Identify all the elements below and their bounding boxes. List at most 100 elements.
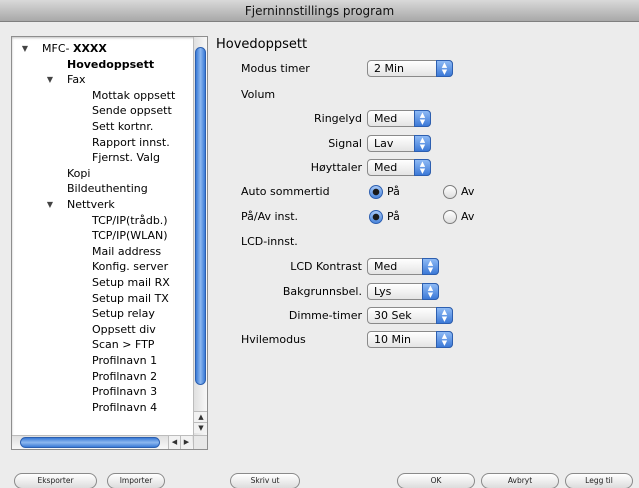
- apply-button[interactable]: Legg til: [565, 473, 633, 488]
- onoff-setting-label: På/Av inst.: [241, 210, 299, 223]
- tree-item[interactable]: ▼ Fax: [12, 72, 194, 88]
- mode-timer-label: Modus timer: [241, 62, 310, 75]
- tree-item[interactable]: Oppsett div: [12, 322, 194, 338]
- signal-volume-label: Signal: [328, 137, 362, 150]
- tree-item-label: Scan > FTP: [92, 338, 155, 352]
- disclosure-triangle-icon[interactable]: ▼: [20, 41, 30, 57]
- onoff-on-radio[interactable]: På: [369, 210, 409, 224]
- tree-vertical-scrollbar[interactable]: ▲ ▼: [193, 37, 207, 435]
- tree-item[interactable]: Setup relay: [12, 306, 194, 322]
- tree-item[interactable]: Hovedoppsett: [12, 57, 194, 73]
- tree-item-label: Mottak oppsett: [92, 88, 176, 102]
- chevron-up-down-icon: ▲ ▼: [422, 258, 439, 275]
- tree-item[interactable]: Scan > FTP: [12, 337, 194, 353]
- window-title: Fjerninnstillings program: [0, 0, 639, 22]
- speaker-volume-label: Høyttaler: [310, 161, 362, 174]
- backlight-select[interactable]: Lys ▲ ▼: [367, 283, 439, 300]
- disclosure-triangle-icon[interactable]: ▼: [45, 197, 55, 213]
- tree-item[interactable]: Rapport innst.: [12, 135, 194, 151]
- tree-item-label: TCP/IP(WLAN): [92, 229, 168, 243]
- onoff-off-radio[interactable]: Av: [443, 210, 483, 224]
- tree-item[interactable]: Mail address: [12, 244, 194, 260]
- tree-item[interactable]: Profilnavn 3: [12, 384, 194, 400]
- tree-item-label: Rapport innst.: [92, 135, 170, 149]
- tree-item-label: Fjernst. Valg: [92, 151, 160, 165]
- disclosure-triangle-icon[interactable]: ▼: [45, 72, 55, 88]
- tree-item-label: Profilnavn 3: [92, 385, 158, 399]
- auto-dst-label: Auto sommertid: [241, 185, 330, 198]
- tree-item[interactable]: Fjernst. Valg: [12, 150, 194, 166]
- section-title: Hovedoppsett: [216, 37, 308, 52]
- radio-unselected-icon: [443, 210, 457, 224]
- auto-dst-on-radio[interactable]: På: [369, 185, 409, 199]
- chevron-up-down-icon: ▲ ▼: [414, 135, 431, 152]
- ok-button[interactable]: OK: [397, 473, 475, 488]
- tree-item[interactable]: Profilnavn 2: [12, 369, 194, 385]
- tree-item-label: Profilnavn 2: [92, 369, 158, 383]
- ring-volume-label: Ringelyd: [314, 112, 362, 125]
- print-button[interactable]: Skriv ut: [230, 473, 300, 488]
- radio-selected-icon: [369, 210, 383, 224]
- tree-item[interactable]: Profilnavn 4: [12, 400, 194, 416]
- tree-item-label: Bildeuthenting: [67, 182, 148, 196]
- cancel-button[interactable]: Avbryt: [481, 473, 559, 488]
- tree-panel: ▼ MFC- XXXX Hovedoppsett ▼ Fax Mottak oppsett…: [11, 36, 208, 450]
- sleep-mode-select[interactable]: 10 Min ▲ ▼: [367, 331, 453, 348]
- tree-item[interactable]: Sende oppsett: [12, 103, 194, 119]
- onoff-on-label: På: [387, 210, 400, 223]
- sleep-mode-value: 10 Min: [374, 333, 412, 346]
- auto-dst-off-radio[interactable]: Av: [443, 185, 483, 199]
- tree-horizontal-scrollbar[interactable]: ◀ ▶: [12, 435, 194, 449]
- scroll-right-icon[interactable]: ▶: [180, 436, 192, 449]
- tree-vertical-scroll-thumb[interactable]: [195, 47, 206, 385]
- scroll-up-icon[interactable]: ▲: [194, 411, 207, 422]
- dim-timer-value: 30 Sek: [374, 309, 412, 322]
- signal-volume-select[interactable]: Lav ▲ ▼: [367, 135, 431, 152]
- ring-volume-value: Med: [374, 112, 398, 125]
- scroll-down-icon[interactable]: ▼: [194, 422, 207, 433]
- tree-item-label: Sende oppsett: [92, 104, 172, 118]
- tree-item-label: Fax: [67, 73, 86, 87]
- volume-label: Volum: [241, 88, 276, 101]
- tree-item[interactable]: TCP/IP(WLAN): [12, 228, 194, 244]
- tree-item[interactable]: Setup mail RX: [12, 275, 194, 291]
- tree-item-label: Konfig. server: [92, 260, 169, 274]
- tree-item-label: Sett kortnr.: [92, 120, 154, 133]
- speaker-volume-value: Med: [374, 161, 398, 174]
- tree-item[interactable]: TCP/IP(trådb.): [12, 213, 194, 229]
- chevron-up-down-icon: ▲ ▼: [414, 110, 431, 127]
- tree-item[interactable]: Bildeuthenting: [12, 181, 194, 197]
- tree-item-label: Setup mail RX: [92, 276, 170, 289]
- tree-item[interactable]: ▼ Nettverk: [12, 197, 194, 213]
- radio-unselected-icon: [443, 185, 457, 199]
- tree-item-label: Nettverk: [67, 198, 115, 211]
- lcd-contrast-value: Med: [374, 260, 398, 273]
- speaker-volume-select[interactable]: Med ▲ ▼: [367, 159, 431, 176]
- sleep-mode-label: Hvilemodus: [241, 333, 306, 346]
- tree-item-label: MFC- XXXX: [42, 42, 107, 55]
- tree-item[interactable]: ▼ MFC- XXXX: [12, 41, 194, 57]
- tree-item[interactable]: Konfig. server: [12, 259, 194, 275]
- dim-timer-select[interactable]: 30 Sek ▲ ▼: [367, 307, 453, 324]
- signal-volume-value: Lav: [374, 137, 394, 150]
- tree-item[interactable]: Mottak oppsett: [12, 88, 194, 104]
- export-button[interactable]: Eksporter: [14, 473, 97, 488]
- scroll-left-icon[interactable]: ◀: [168, 436, 180, 449]
- tree-item[interactable]: Setup mail TX: [12, 291, 194, 307]
- chevron-up-down-icon: ▲ ▼: [436, 60, 453, 77]
- tree-horizontal-scroll-thumb[interactable]: [20, 437, 160, 448]
- mode-timer-select[interactable]: 2 Min ▲ ▼: [367, 60, 453, 77]
- tree-item-label: Kopi: [67, 166, 91, 180]
- ring-volume-select[interactable]: Med ▲ ▼: [367, 110, 431, 127]
- chevron-up-down-icon: ▲ ▼: [436, 331, 453, 348]
- tree-item-label: Setup mail TX: [92, 291, 169, 305]
- tree-item-label: TCP/IP(trådb.): [92, 213, 168, 227]
- lcd-settings-label: LCD-innst.: [241, 235, 298, 248]
- tree-item[interactable]: Sett kortnr.: [12, 119, 194, 135]
- import-button[interactable]: Importer: [107, 473, 165, 488]
- lcd-contrast-select[interactable]: Med ▲ ▼: [367, 258, 439, 275]
- chevron-up-down-icon: ▲ ▼: [436, 307, 453, 324]
- tree-item[interactable]: Profilnavn 1: [12, 353, 194, 369]
- mode-timer-value: 2 Min: [374, 62, 405, 75]
- tree-item[interactable]: Kopi: [12, 166, 194, 182]
